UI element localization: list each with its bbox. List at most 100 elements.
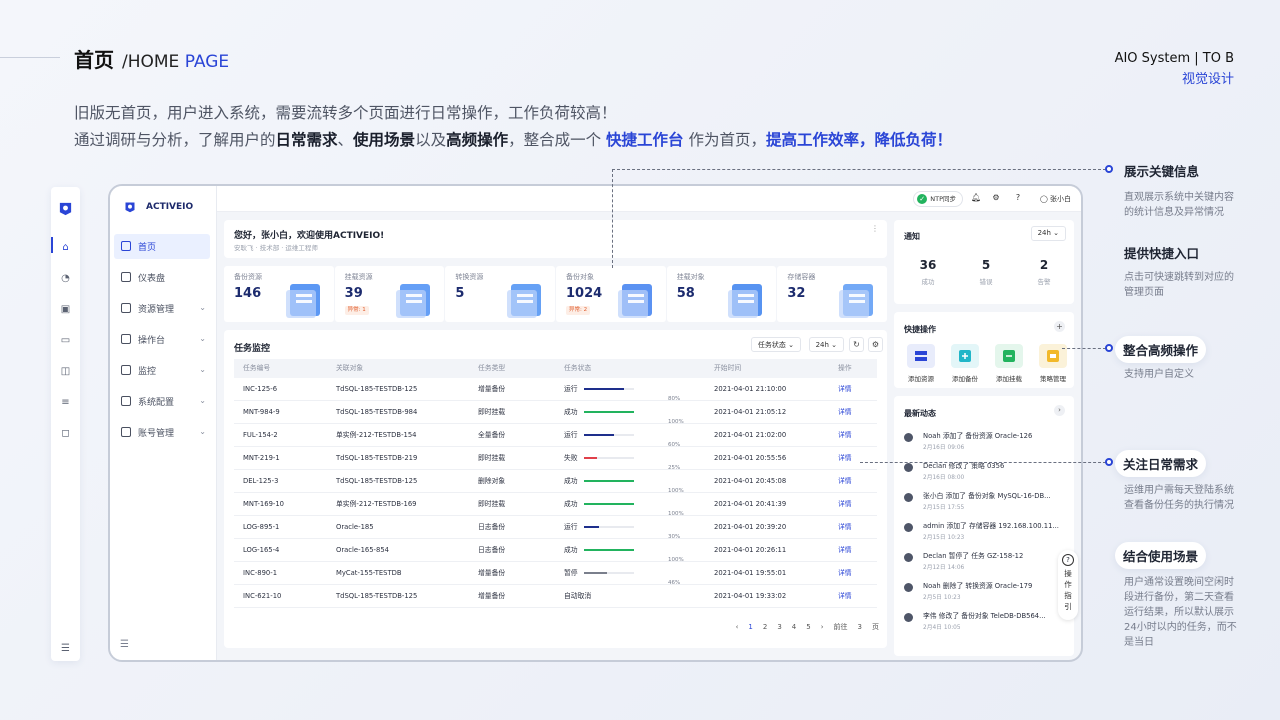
stat-card[interactable]: 挂载对象 58 [666,266,777,322]
activity-item[interactable]: 张小白 添加了 备份对象 MySQL-16-DB... 2月15日 17:55 [904,490,1064,516]
notice-success[interactable]: 36 成功 [898,258,958,286]
task-type-cell: 即时挂载 [478,500,506,508]
sidebar-item-dashboard[interactable]: 仪表盘 [114,265,210,290]
intro-line-2: 通过调研与分析，了解用户的日常需求、使用场景以及高频操作，整合成一个 快捷工作台… [74,127,952,154]
stat-card[interactable]: 备份对象 1024 异常: 2 [556,266,666,322]
notice-label: 告警 [1037,278,1051,286]
settings-icon[interactable]: ⚙ [868,337,883,352]
intro-seg: 以及 [415,131,447,149]
goto-page-input[interactable]: 3 [858,623,862,631]
bell-icon[interactable]: 🔔︎ [971,193,981,203]
quick-add-backup[interactable]: 添加备份 [943,344,987,383]
refresh-icon[interactable]: ↻ [849,337,864,352]
annotation-desc-line: 查看备份任务的执行情况 [1124,500,1234,511]
stat-card[interactable]: 转换资源 5 [445,266,556,322]
chevron-right-icon[interactable]: › [1054,405,1065,416]
annotation-dot [1105,458,1113,466]
table-row: INC-890-1 MyCat-155-TESTDB 增量备份 暂停 46% 2021-0… [234,562,877,585]
stat-illustration-icon [614,280,658,320]
task-status-cell: 失败 25% [555,447,705,469]
notice-warning[interactable]: 2 告警 [1014,258,1074,286]
activity-item[interactable]: Noah 添加了 备份资源 Oracle-126 2月16日 09:06 [904,430,1064,456]
intro-text: 旧版无首页，用户进入系统，需要流转多个页面进行日常操作，工作负荷较高！ 通过调研… [74,100,952,154]
quick-add-resource[interactable]: 添加资源 [899,344,943,383]
task-status-filter[interactable]: 任务状态 ⌄ [750,337,801,352]
monitor-icon[interactable]: ◫ [59,365,72,378]
chevron-down-icon: ⌄ [199,396,206,405]
activity-item[interactable]: Noah 删除了 转换资源 Oracle-179 2月5日 10:23 [904,580,1064,606]
sidebar-item-resources[interactable]: 资源管理 ⌄ [114,296,210,321]
stat-card[interactable]: 备份资源 146 [224,266,334,322]
table-row: MNT-984-9 TdSQL-185-TESTDB-984 即时挂载 成功 100% 2… [234,401,877,424]
intro-strong: 高频操作 [446,131,509,149]
activity-item[interactable]: 李伟 修改了 备份对象 TeleDB-DB564... 2月4日 10:05 [904,610,1064,636]
task-detail-link[interactable]: 详情 [829,401,877,423]
activity-date: 2月4日 10:05 [923,625,961,631]
notice-value: 36 [919,258,937,272]
sidebar-item-console[interactable]: 操作台 ⌄ [114,327,210,352]
task-detail-link[interactable]: 详情 [829,424,877,446]
task-time-filter[interactable]: 24h ⌄ [808,337,844,352]
ntp-sync-button[interactable]: ✓ NTP同步 [913,191,963,207]
next-page-button[interactable]: › [821,623,824,631]
task-status-label: 成功 [564,408,578,416]
task-object-cell: TdSQL-185-TESTDB-984 [336,408,418,416]
gear-icon[interactable]: ⚙ [991,193,1001,203]
activity-item[interactable]: admin 添加了 存储容器 192.168.100.11... 2月15日 10… [904,520,1064,546]
sidebar-item-account[interactable]: 账号管理 ⌄ [114,420,210,445]
page-number-button[interactable]: 4 [792,623,796,631]
quick-policy-management[interactable]: 策略管理 [1031,344,1075,383]
task-detail-link[interactable]: 详情 [829,470,877,492]
account-icon[interactable]: ◻ [59,427,72,440]
stat-card[interactable]: 存储容器 32 [777,266,888,322]
quick-action-label: 添加挂载 [996,375,1022,383]
help-icon[interactable]: ? [1013,193,1023,203]
activity-text: Declan 暂停了 任务 GZ-158-12 [923,552,1024,560]
prev-page-button[interactable]: ‹ [736,623,739,631]
annotation-desc-line: 运行结果，所以默认展示 [1124,607,1234,618]
mount-icon [995,344,1023,368]
notice-range-select[interactable]: 24h ⌄ [1030,226,1066,241]
sidebar-item-home[interactable]: 首页 [114,234,210,259]
task-detail-link[interactable]: 详情 [829,447,877,469]
page-number-button[interactable]: 5 [806,623,810,631]
add-icon[interactable]: + [1054,321,1065,332]
progress-bar-fill [584,457,597,459]
operation-guide-button[interactable]: ? 操 作 指 引 [1058,550,1078,620]
task-detail-link[interactable]: 详情 [829,562,877,584]
goto-label: 前往 [833,623,848,631]
page-number-button[interactable]: 3 [777,623,781,631]
activity-item[interactable]: Declan 暂停了 任务 GZ-158-12 2月12日 14:06 [904,550,1064,576]
progress-bar-fill [584,411,634,413]
task-start-time-cell: 2021-04-01 20:45:08 [714,477,787,485]
task-detail-link[interactable]: 详情 [829,493,877,515]
sidebar-collapse-icon[interactable]: ☰ [120,639,129,650]
more-icon[interactable]: ⋮ [871,224,879,233]
task-detail-link[interactable]: 详情 [829,378,877,400]
table-row: MNT-219-1 TdSQL-185-TESTDB-219 即时挂载 失败 25% 20… [234,447,877,470]
config-icon[interactable]: ≡ [59,396,72,409]
progress-bar-fill [584,572,607,574]
page-number-button[interactable]: 2 [763,623,767,631]
sidebar-item-config[interactable]: 系统配置 ⌄ [114,389,210,414]
stat-card[interactable]: 挂载资源 39 异常: 1 [334,266,445,322]
task-start-time-cell: 2021-04-01 19:33:02 [714,592,787,600]
collapse-icon[interactable]: ☰ [59,642,72,655]
sidebar-item-monitor[interactable]: 监控 ⌄ [114,358,210,383]
task-detail-link[interactable]: 详情 [829,539,877,561]
page-number-button[interactable]: 1 [748,623,752,631]
quick-add-mount[interactable]: 添加挂载 [987,344,1031,383]
annotation-title: 整合高频操作 [1115,336,1207,363]
activity-item[interactable]: Declan 修改了 策略 0356 2月16日 08:00 [904,460,1064,486]
dashboard-icon[interactable]: ◔ [59,272,72,285]
task-type-cell: 日志备份 [478,546,506,554]
user-menu[interactable]: ◯ 张小白 [1040,194,1071,204]
resource-icon[interactable]: ▣ [59,303,72,316]
task-detail-link[interactable]: 详情 [829,585,877,607]
stat-label: 挂载对象 [676,273,705,281]
task-detail-link[interactable]: 详情 [829,516,877,538]
home-icon[interactable]: ⌂ [59,241,72,254]
notice-error[interactable]: 5 错误 [956,258,1016,286]
progress-percent: 30% [668,534,681,538]
console-icon[interactable]: ▭ [59,334,72,347]
